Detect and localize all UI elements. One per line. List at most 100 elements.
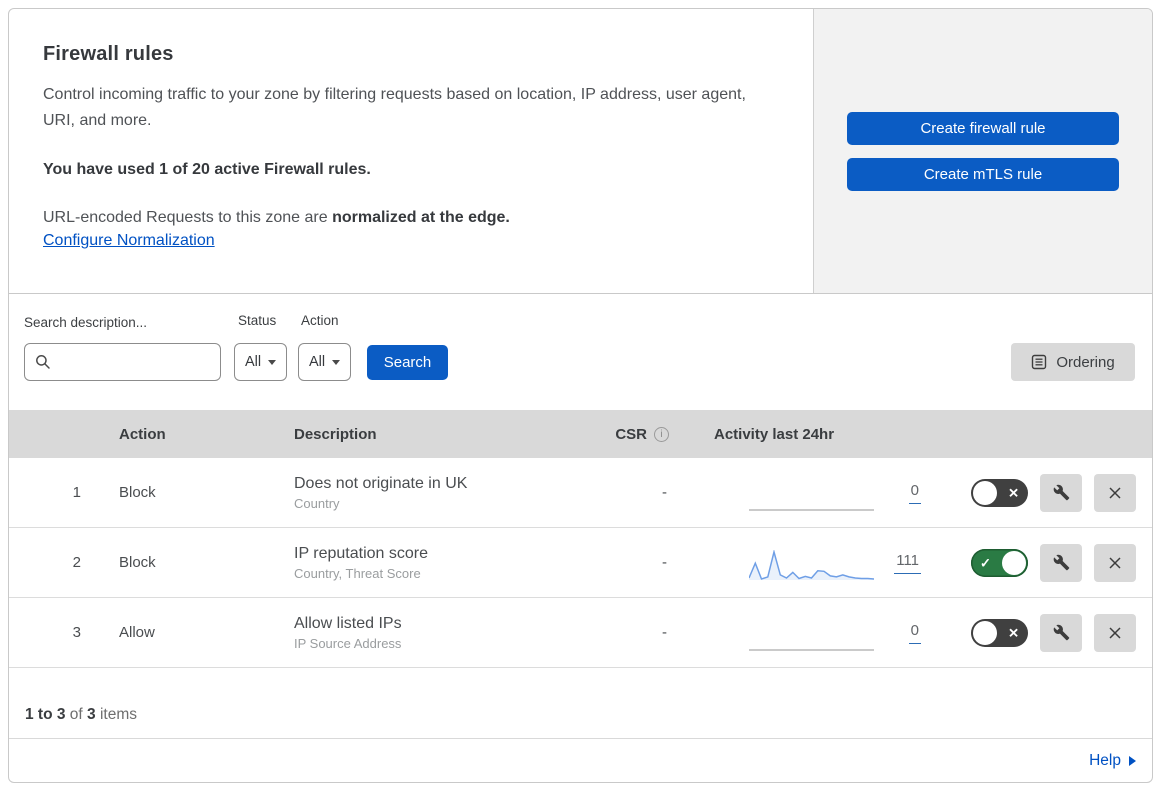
status-dropdown[interactable]: All	[234, 343, 288, 381]
status-dropdown-value: All	[245, 354, 262, 370]
close-icon	[1109, 556, 1121, 569]
items-word: items	[95, 706, 137, 723]
table-footer: 1 to 3 of 3 items	[9, 668, 1152, 738]
rule-csr: -	[662, 554, 667, 571]
normalization-prefix: URL-encoded Requests to this zone are	[43, 209, 333, 226]
help-link[interactable]: Help	[1089, 752, 1136, 770]
rule-fields: Country, Threat Score	[294, 565, 421, 581]
delete-rule-button[interactable]	[1094, 473, 1136, 512]
edit-rule-button[interactable]	[1040, 613, 1082, 652]
rule-controls: ✓ ✕	[939, 613, 1152, 652]
delete-rule-button[interactable]	[1094, 543, 1136, 582]
edit-rule-button[interactable]	[1040, 473, 1082, 512]
info-icon[interactable]: i	[654, 426, 669, 442]
wrench-icon	[1053, 624, 1069, 641]
chevron-down-icon	[332, 359, 341, 365]
firewall-rules-card: Firewall rules Control incoming traffic …	[8, 8, 1153, 783]
rule-enabled-toggle[interactable]: ✓ ✕	[971, 478, 1028, 507]
rule-description-cell: IP reputation score Country, Threat Scor…	[269, 545, 589, 581]
status-label: Status	[238, 313, 277, 328]
x-icon: ✕	[1008, 485, 1019, 500]
rule-enabled-toggle[interactable]: ✓ ✕	[971, 618, 1028, 647]
rule-priority: 1	[72, 484, 81, 501]
search-input[interactable]	[24, 343, 221, 381]
activity-count-link[interactable]: 111	[894, 552, 921, 574]
toggle-knob	[973, 620, 997, 645]
table-row: 1 Block Does not originate in UK Country…	[9, 458, 1152, 528]
activity-column-header: Activity last 24hr	[714, 425, 835, 443]
activity-count-link[interactable]: 0	[908, 622, 921, 644]
rule-enabled-toggle[interactable]: ✓ ✕	[971, 548, 1028, 577]
configure-normalization-link[interactable]: Configure Normalization	[43, 232, 215, 250]
action-dropdown-value: All	[309, 354, 326, 370]
intro-description: Control incoming traffic to your zone by…	[43, 86, 746, 129]
activity-sparkline	[749, 648, 874, 651]
normalization-note: URL-encoded Requests to this zone are no…	[43, 205, 783, 231]
rule-activity-cell: 111	[677, 528, 939, 597]
filter-bar: Search description... Status All Action …	[9, 294, 1152, 410]
rule-action: Block	[119, 484, 156, 501]
rule-fields: IP Source Address	[294, 635, 402, 651]
table-header: Action Description CSR i Activity last 2…	[9, 410, 1152, 458]
search-button[interactable]: Search	[367, 345, 448, 380]
ordering-button[interactable]: Ordering	[1011, 343, 1135, 381]
activity-count-link[interactable]: 0	[908, 482, 921, 504]
top-section: Firewall rules Control incoming traffic …	[9, 9, 1152, 294]
intro-panel: Firewall rules Control incoming traffic …	[9, 9, 813, 293]
items-total: 3	[87, 706, 96, 723]
activity-sparkline	[749, 508, 874, 511]
action-column-header: Action	[119, 425, 166, 443]
help-strip: Help	[9, 738, 1152, 782]
rule-action: Allow	[119, 624, 155, 641]
csr-column-header: CSR i	[589, 426, 677, 443]
search-field-wrap	[24, 343, 221, 381]
rule-description: Does not originate in UK	[294, 474, 468, 492]
description-column-header: Description	[294, 425, 377, 443]
action-label: Action	[301, 313, 339, 328]
rule-csr: -	[662, 484, 667, 501]
wrench-icon	[1053, 484, 1069, 501]
page-title: Firewall rules	[43, 43, 174, 65]
create-firewall-rule-button[interactable]: Create firewall rule	[847, 111, 1119, 145]
close-icon	[1109, 486, 1121, 499]
list-document-icon	[1032, 354, 1047, 370]
rule-description: IP reputation score	[294, 544, 429, 562]
activity-sparkline	[749, 549, 874, 580]
check-icon: ✓	[980, 555, 991, 570]
delete-rule-button[interactable]	[1094, 613, 1136, 652]
rule-activity-cell: 0	[677, 458, 939, 527]
rule-description-cell: Allow listed IPs IP Source Address	[269, 615, 589, 651]
search-label: Search description...	[24, 315, 148, 330]
toggle-knob	[973, 480, 997, 505]
x-icon: ✕	[1008, 625, 1019, 640]
items-of: of	[65, 706, 88, 723]
normalization-bold: normalized at the edge.	[332, 209, 510, 226]
rule-fields: Country	[294, 495, 340, 511]
rule-description: Allow listed IPs	[294, 614, 402, 632]
close-icon	[1109, 626, 1121, 639]
rule-activity-cell: 0	[677, 598, 939, 667]
actions-panel: Create firewall rule Create mTLS rule	[813, 9, 1152, 293]
edit-rule-button[interactable]	[1040, 543, 1082, 582]
help-link-label: Help	[1089, 751, 1121, 769]
chevron-down-icon	[268, 359, 277, 365]
rule-controls: ✓ ✕	[939, 543, 1152, 582]
items-range: 1 to 3	[25, 706, 66, 723]
table-row: 3 Allow Allow listed IPs IP Source Addre…	[9, 598, 1152, 668]
create-mtls-rule-button[interactable]: Create mTLS rule	[847, 157, 1119, 191]
csr-column-label: CSR	[615, 425, 647, 443]
rule-action: Block	[119, 554, 156, 571]
rule-priority: 3	[72, 624, 81, 641]
items-range-text: 1 to 3 of 3 items	[25, 706, 137, 724]
rule-description-cell: Does not originate in UK Country	[269, 475, 589, 511]
rule-priority: 2	[72, 554, 81, 571]
table-row: 2 Block IP reputation score Country, Thr…	[9, 528, 1152, 598]
rule-controls: ✓ ✕	[939, 473, 1152, 512]
ordering-button-label: Ordering	[1056, 353, 1115, 371]
rule-csr: -	[662, 624, 667, 641]
toggle-knob	[1002, 550, 1026, 575]
wrench-icon	[1053, 554, 1069, 571]
action-dropdown[interactable]: All	[298, 343, 352, 381]
usage-summary: You have used 1 of 20 active Firewall ru…	[43, 161, 371, 178]
arrow-right-icon	[1129, 755, 1136, 766]
